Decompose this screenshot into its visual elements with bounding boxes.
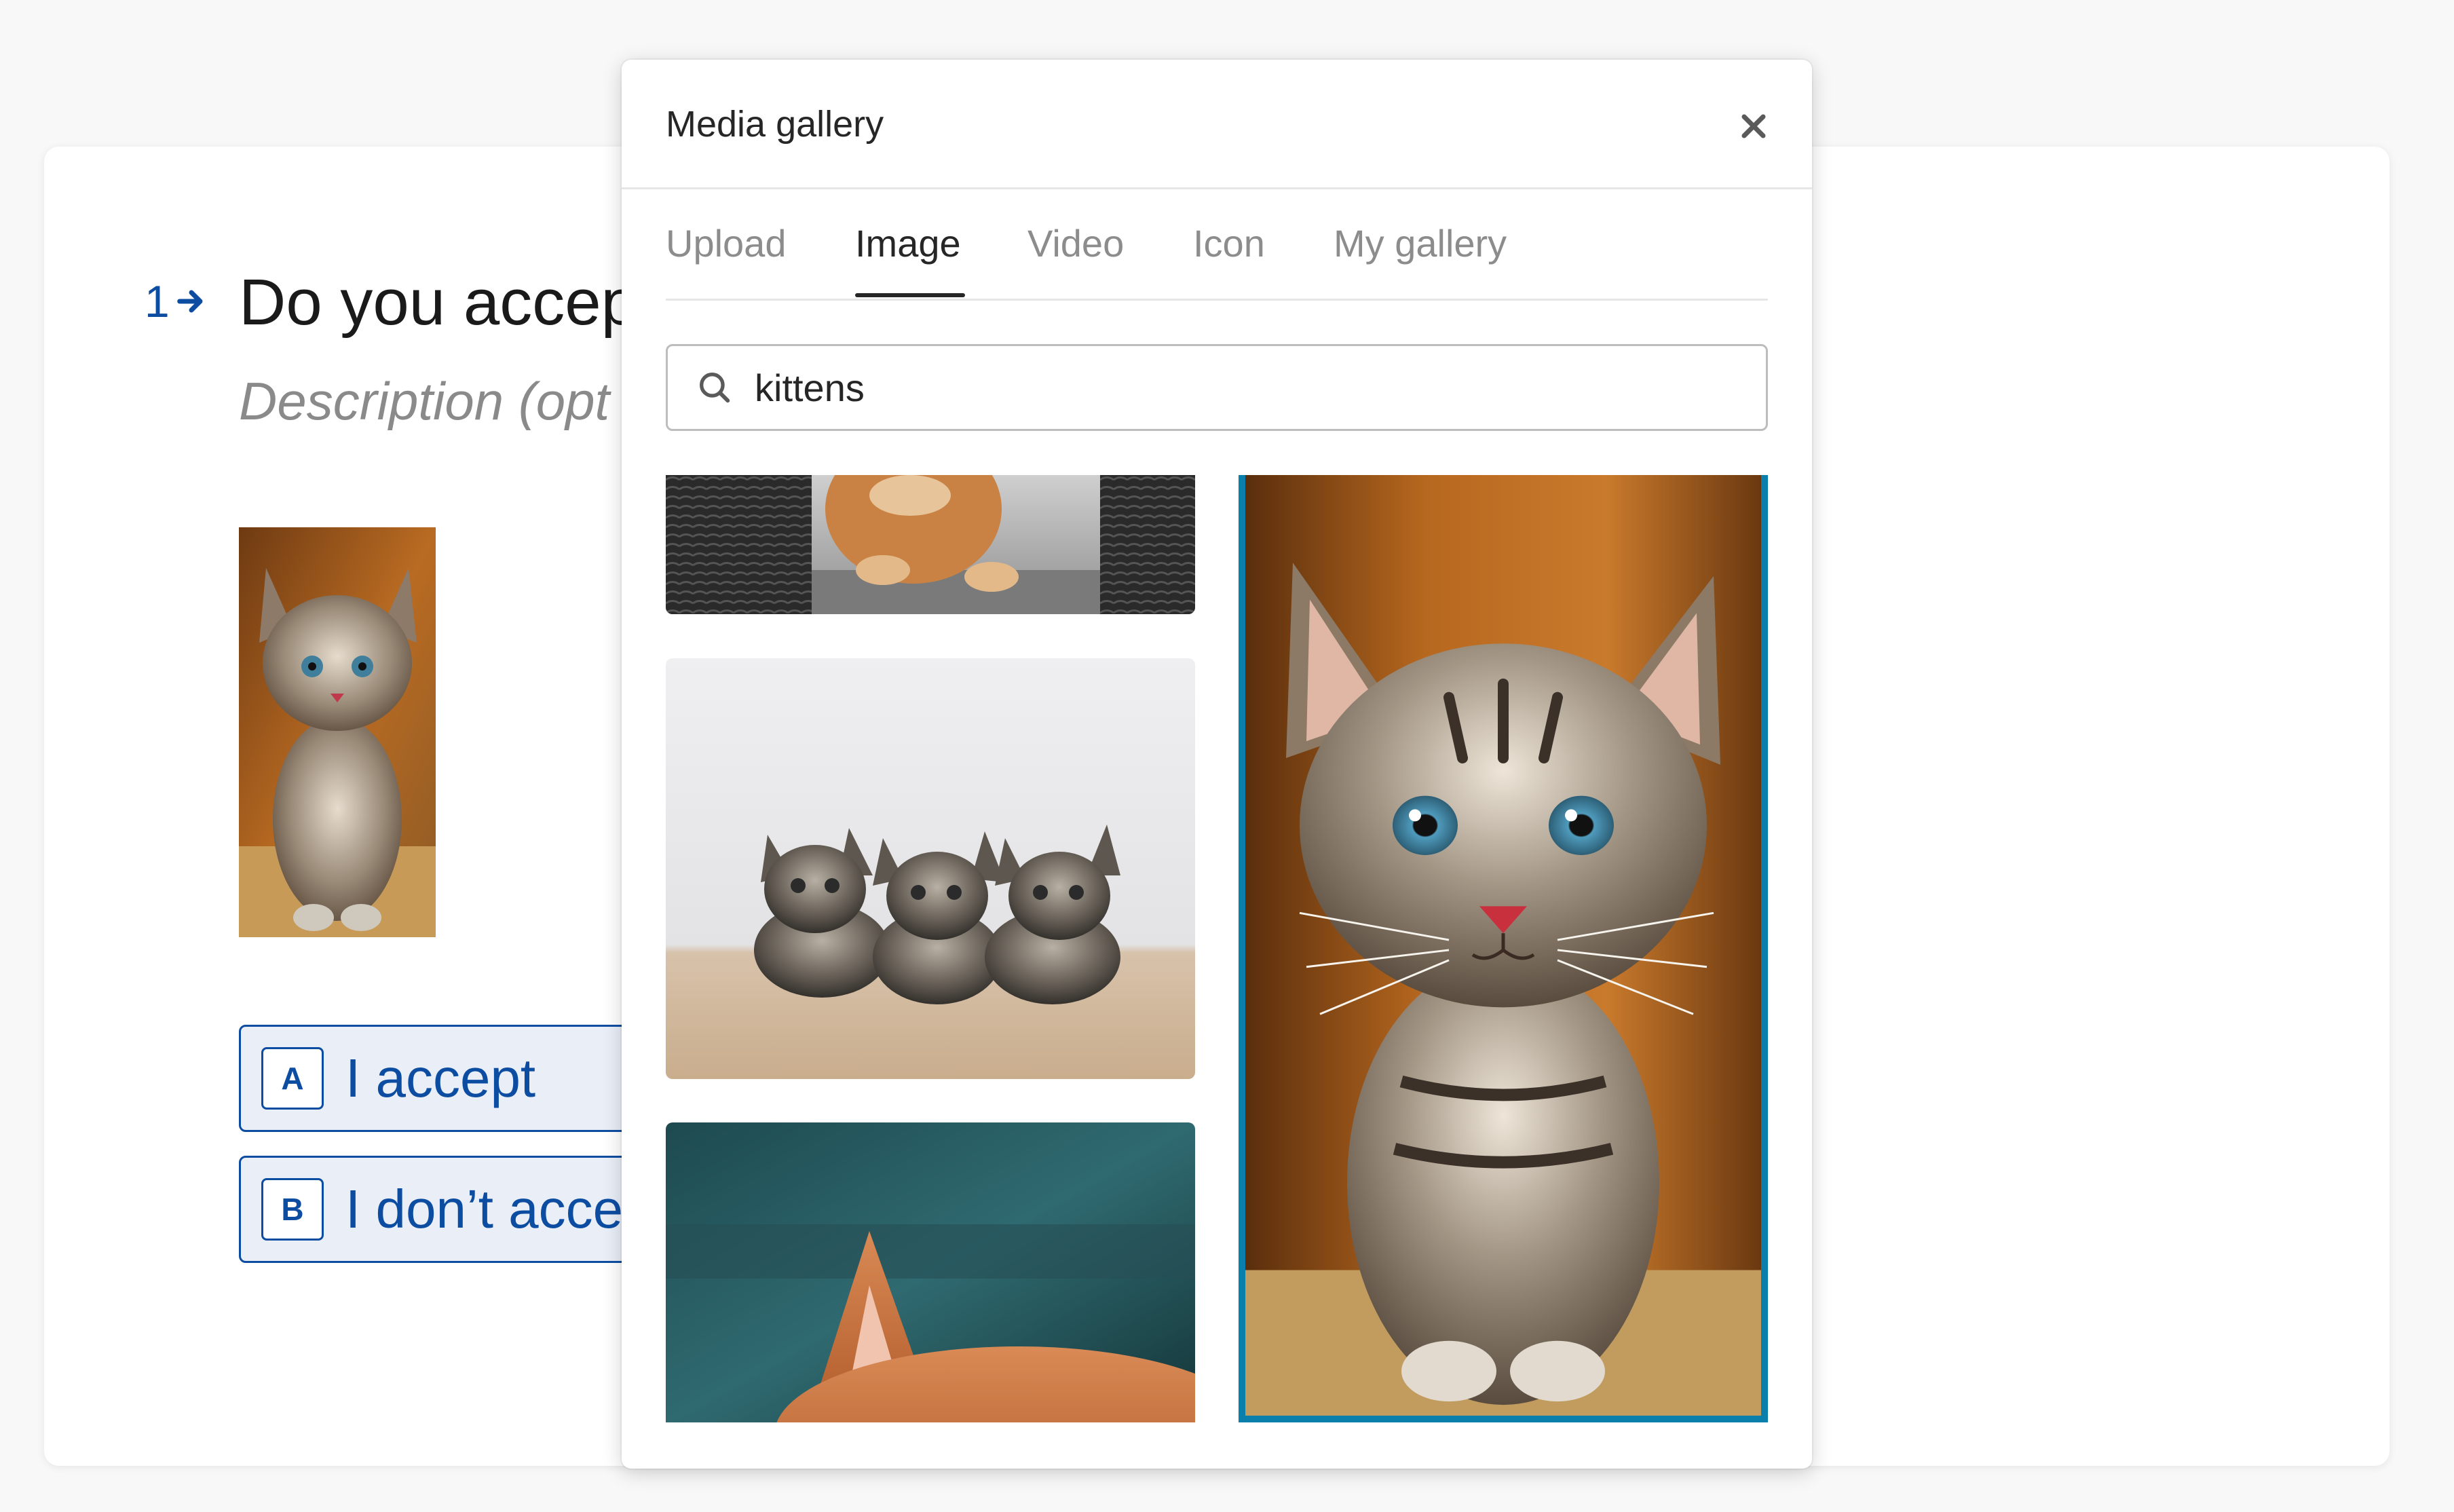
- choice-label-b: I don’t acce: [345, 1179, 624, 1239]
- arrow-right-icon: [176, 290, 203, 313]
- result-image[interactable]: [666, 658, 1195, 1079]
- tabby-kitten-image: [1245, 475, 1761, 1416]
- result-image-selected[interactable]: [1239, 475, 1768, 1422]
- question-description[interactable]: Description (opt: [239, 371, 609, 432]
- search-box[interactable]: [666, 344, 1768, 431]
- tab-image[interactable]: Image: [855, 221, 961, 265]
- active-tab-underline: [855, 293, 965, 297]
- three-kittens-image: [666, 658, 1195, 1079]
- close-icon[interactable]: [1735, 107, 1773, 145]
- search-icon: [700, 373, 730, 403]
- image-results-grid[interactable]: [666, 475, 1768, 1422]
- choice-label-a: I accept: [345, 1048, 536, 1108]
- tab-video[interactable]: Video: [1027, 221, 1124, 265]
- tab-upload[interactable]: Upload: [666, 221, 786, 265]
- page: 1 Do you accept Description (opt A I acc…: [0, 0, 2454, 1512]
- ginger-kitten-image: [666, 1122, 1195, 1422]
- search-input[interactable]: [755, 365, 1705, 410]
- question-image[interactable]: [239, 527, 436, 937]
- question-number: 1: [145, 276, 209, 327]
- modal-title: Media gallery: [666, 104, 884, 145]
- result-image[interactable]: [666, 1122, 1195, 1422]
- kitten-thumbnail-image: [239, 527, 436, 937]
- choice-key-b: B: [261, 1178, 324, 1241]
- choice-key-a: A: [261, 1047, 324, 1110]
- tab-icon[interactable]: Icon: [1193, 221, 1265, 265]
- kitten-scratch-post-image: [666, 475, 1195, 614]
- tab-my-gallery[interactable]: My gallery: [1334, 221, 1507, 265]
- question-number-text: 1: [145, 276, 170, 326]
- result-image[interactable]: [666, 475, 1195, 614]
- tab-bar: Upload Image Video Icon My gallery: [666, 160, 1768, 301]
- question-title[interactable]: Do you accept: [239, 265, 656, 340]
